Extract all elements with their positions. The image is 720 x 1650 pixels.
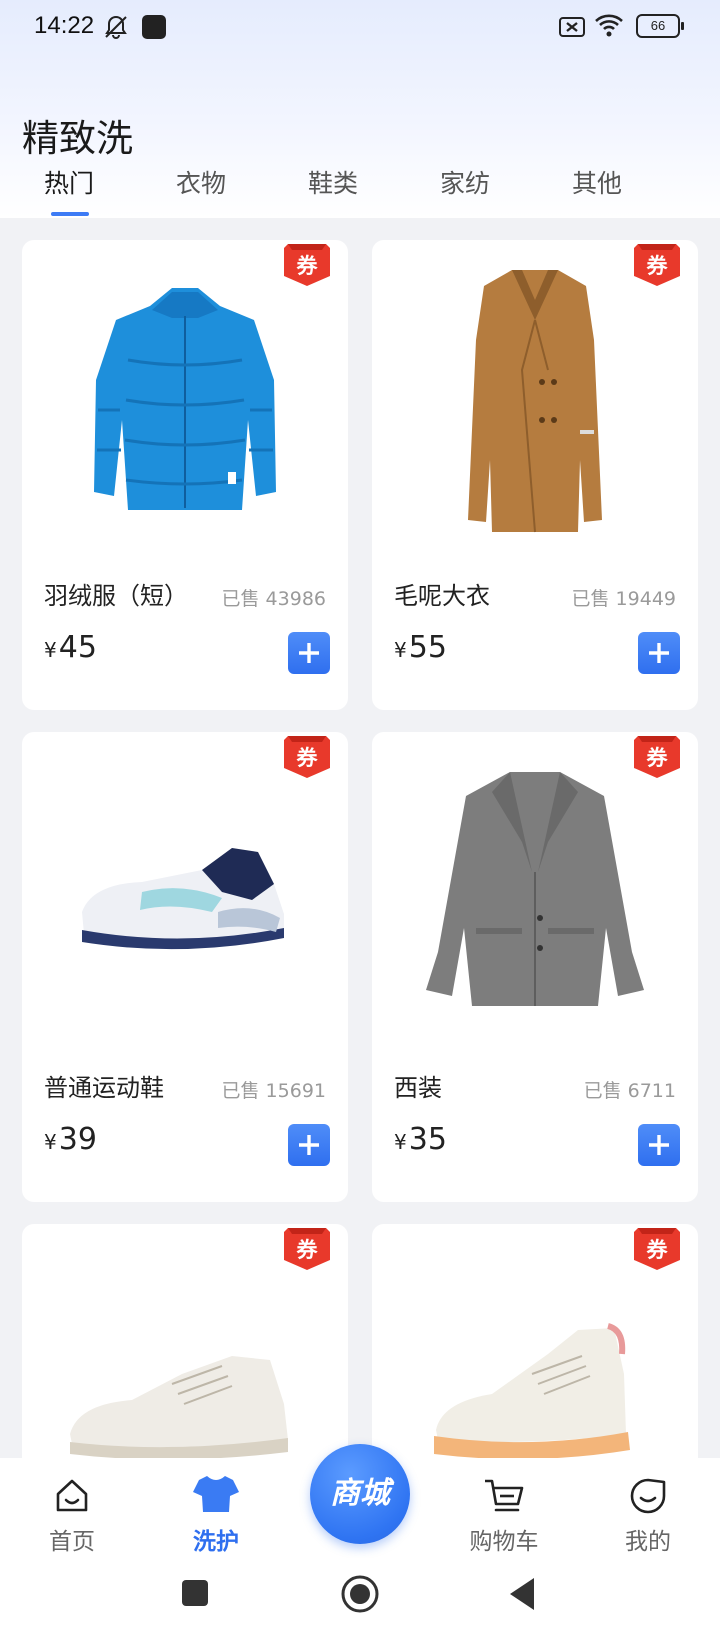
tab-shoes[interactable]: 鞋类 [308, 164, 358, 200]
sold-count: 已售 15691 [221, 1080, 326, 1102]
nav-wash[interactable]: 洗护 [166, 1466, 266, 1556]
puffer-jacket-image [94, 288, 276, 510]
page-title: 精致洗 [22, 117, 133, 160]
tab-home-textiles[interactable]: 家纺 [440, 164, 490, 200]
category-tabs: 热门 衣物 鞋类 家纺 其他 [0, 160, 720, 218]
plus-icon [649, 643, 669, 663]
home-button[interactable] [340, 1574, 380, 1614]
mute-icon [102, 13, 130, 45]
product-card[interactable]: 券 西装 已售 6711 ¥35 [372, 732, 698, 1202]
nav-mine[interactable]: 我的 [598, 1466, 698, 1556]
add-to-cart-button[interactable] [638, 1124, 680, 1166]
app-notification-icon [142, 15, 166, 39]
bottom-nav: 首页 洗护 商城 购物车 我的 [0, 1444, 720, 1558]
product-price: ¥35 [394, 1122, 447, 1157]
wifi-icon [594, 12, 624, 42]
product-name: 羽绒服（短） [44, 582, 188, 610]
mall-button[interactable]: 商城 [310, 1444, 410, 1544]
cart-icon [485, 1479, 524, 1512]
battery-indicator: 66 [636, 14, 684, 38]
header: 14:22 66 精致洗 热门 衣物 鞋类 家纺 其他 [0, 0, 720, 218]
product-price: ¥39 [44, 1122, 97, 1157]
product-price: ¥45 [44, 630, 97, 665]
product-name: 普通运动鞋 [44, 1074, 164, 1102]
status-bar: 14:22 66 [0, 0, 720, 56]
nav-cart[interactable]: 购物车 [454, 1466, 554, 1556]
product-price: ¥55 [394, 630, 447, 665]
sold-count: 已售 19449 [571, 588, 676, 610]
canvas-high-top-image [434, 1323, 630, 1458]
product-card[interactable]: 券 羽绒服（短） 已售 43986 ¥45 [22, 240, 348, 710]
white-sneaker-image [70, 1356, 288, 1458]
plus-icon [299, 1135, 319, 1155]
status-time: 14:22 [34, 12, 95, 39]
sim-off-icon [558, 15, 586, 43]
sold-count: 已售 43986 [221, 588, 326, 610]
sold-count: 已售 6711 [583, 1080, 676, 1102]
tshirt-icon [193, 1476, 239, 1512]
blazer-image [426, 772, 644, 1006]
add-to-cart-button[interactable] [288, 1124, 330, 1166]
product-grid: 券 羽绒服（短） 已售 43986 ¥45 券 毛呢大衣 已售 19449 ¥5… [0, 218, 720, 1458]
system-nav-bar [0, 1558, 720, 1650]
plus-icon [299, 643, 319, 663]
plus-icon [649, 1135, 669, 1155]
home-icon [56, 1479, 88, 1512]
product-name: 毛呢大衣 [394, 582, 490, 610]
profile-icon [630, 1478, 666, 1514]
tab-other[interactable]: 其他 [572, 164, 622, 200]
product-card[interactable]: 券 [22, 1224, 348, 1458]
sneaker-image [82, 848, 284, 950]
back-button[interactable] [506, 1576, 538, 1612]
product-card[interactable]: 券 毛呢大衣 已售 19449 ¥55 [372, 240, 698, 710]
nav-home[interactable]: 首页 [22, 1466, 122, 1556]
add-to-cart-button[interactable] [288, 632, 330, 674]
product-card[interactable]: 券 普通运动鞋 已售 15691 ¥39 [22, 732, 348, 1202]
tab-clothing[interactable]: 衣物 [176, 164, 226, 200]
active-tab-indicator [51, 212, 89, 216]
wool-coat-image [468, 270, 602, 533]
product-card[interactable]: 券 [372, 1224, 698, 1458]
tab-hot[interactable]: 热门 [44, 164, 94, 200]
product-name: 西装 [394, 1074, 442, 1102]
add-to-cart-button[interactable] [638, 632, 680, 674]
recent-apps-button[interactable] [182, 1580, 208, 1606]
